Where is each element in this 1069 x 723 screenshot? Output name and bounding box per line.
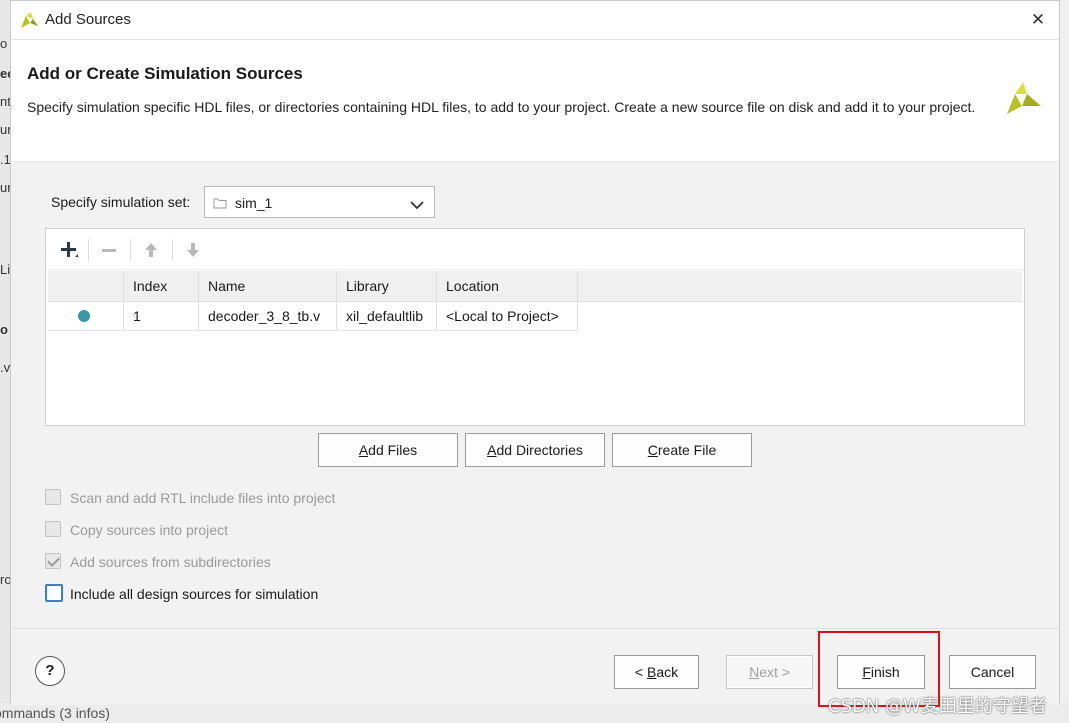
checkbox[interactable] xyxy=(45,489,61,505)
help-button[interactable]: ? xyxy=(35,656,65,686)
background-text: ro xyxy=(0,572,10,587)
column-header-name[interactable]: Name xyxy=(199,271,337,301)
background-text: nt xyxy=(0,94,10,109)
window-title: Add Sources xyxy=(45,11,131,28)
plus-icon[interactable] xyxy=(56,237,82,263)
add-directories-button[interactable]: Add Directories xyxy=(465,433,605,467)
background-status-text: ommands (3 infos) xyxy=(0,705,110,721)
mnemonic-letter: F xyxy=(862,664,871,680)
minus-icon[interactable] xyxy=(96,237,122,263)
add-sources-dialog: Add Sources ✕ Add or Create Simulation S… xyxy=(10,0,1060,705)
toolbar-divider xyxy=(130,239,131,261)
finish-button[interactable]: Finish xyxy=(837,655,925,689)
page-description: Specify simulation specific HDL files, o… xyxy=(27,99,976,115)
option-label: Add sources from subdirectories xyxy=(70,554,271,570)
location-cell: <Local to Project> xyxy=(437,301,578,331)
index-cell: 1 xyxy=(124,301,199,331)
simulation-set-dropdown[interactable]: sim_1 xyxy=(204,186,435,218)
option-label: Include all design sources for simulatio… xyxy=(70,586,319,602)
background-text: o xyxy=(0,322,8,337)
option-label: Copy sources into project xyxy=(70,522,228,538)
chevron-down-icon xyxy=(410,197,424,213)
simulation-set-label: Specify simulation set: xyxy=(51,194,191,210)
status-cell xyxy=(48,301,124,331)
watermark: CSDN @W麦田里的守望者 xyxy=(828,696,1047,717)
table-row[interactable]: 1 decoder_3_8_tb.v xil_defaultlib <Local… xyxy=(48,301,1022,331)
add-files-label: dd Files xyxy=(368,442,418,458)
status-dot-icon xyxy=(78,310,90,322)
background-text: .v xyxy=(0,360,10,375)
arrow-up-icon[interactable] xyxy=(138,237,164,263)
next-button[interactable]: Next > xyxy=(726,655,813,689)
folder-icon xyxy=(213,196,227,212)
create-file-button[interactable]: Create File xyxy=(612,433,752,467)
column-header-index[interactable]: Index xyxy=(124,271,199,301)
checkbox[interactable] xyxy=(45,521,61,537)
background-text: un xyxy=(0,122,10,137)
simulation-set-value: sim_1 xyxy=(235,195,273,211)
option-label: Scan and add RTL include files into proj… xyxy=(70,490,336,506)
back-button[interactable]: < Back xyxy=(614,655,699,689)
vivado-logo-icon xyxy=(1005,80,1043,119)
column-header-status[interactable] xyxy=(48,271,124,301)
sources-table-panel: Index Name Library Location 1 decoder_3_… xyxy=(45,228,1025,426)
toolbar-divider xyxy=(172,239,173,261)
mnemonic-letter: N xyxy=(749,664,760,680)
column-header-location[interactable]: Location xyxy=(437,271,578,301)
background-app-strip: o ec nt un .1 ur Li o .v ro xyxy=(0,0,10,723)
background-text: Li xyxy=(0,262,10,277)
create-file-label: reate File xyxy=(657,442,717,458)
page-title: Add or Create Simulation Sources xyxy=(27,64,303,83)
close-icon[interactable]: ✕ xyxy=(1025,7,1051,33)
background-text: o xyxy=(0,36,8,51)
wizard-content: Specify simulation set: sim_1 Index Name… xyxy=(11,161,1059,628)
arrow-down-icon[interactable] xyxy=(180,237,206,263)
title-bar[interactable]: Add Sources ✕ xyxy=(11,1,1059,40)
column-header-library[interactable]: Library xyxy=(337,271,437,301)
add-files-button[interactable]: Add Files xyxy=(318,433,458,467)
wizard-header: Add or Create Simulation Sources Specify… xyxy=(11,40,1059,160)
background-text: .1 xyxy=(0,152,10,167)
checkbox-focused[interactable] xyxy=(45,584,63,602)
add-directories-label: dd Directories xyxy=(496,442,583,458)
table-header: Index Name Library Location xyxy=(48,271,1022,302)
background-text: ec xyxy=(0,66,10,81)
vivado-app-icon xyxy=(19,10,39,33)
cancel-button[interactable]: Cancel xyxy=(949,655,1036,689)
background-text: ur xyxy=(0,180,10,195)
sources-toolbar xyxy=(46,229,1024,270)
checkbox-checked[interactable] xyxy=(45,553,61,569)
library-cell: xil_defaultlib xyxy=(337,301,437,331)
toolbar-divider xyxy=(88,239,89,261)
name-cell: decoder_3_8_tb.v xyxy=(199,301,337,331)
mnemonic-letter: B xyxy=(646,664,657,680)
